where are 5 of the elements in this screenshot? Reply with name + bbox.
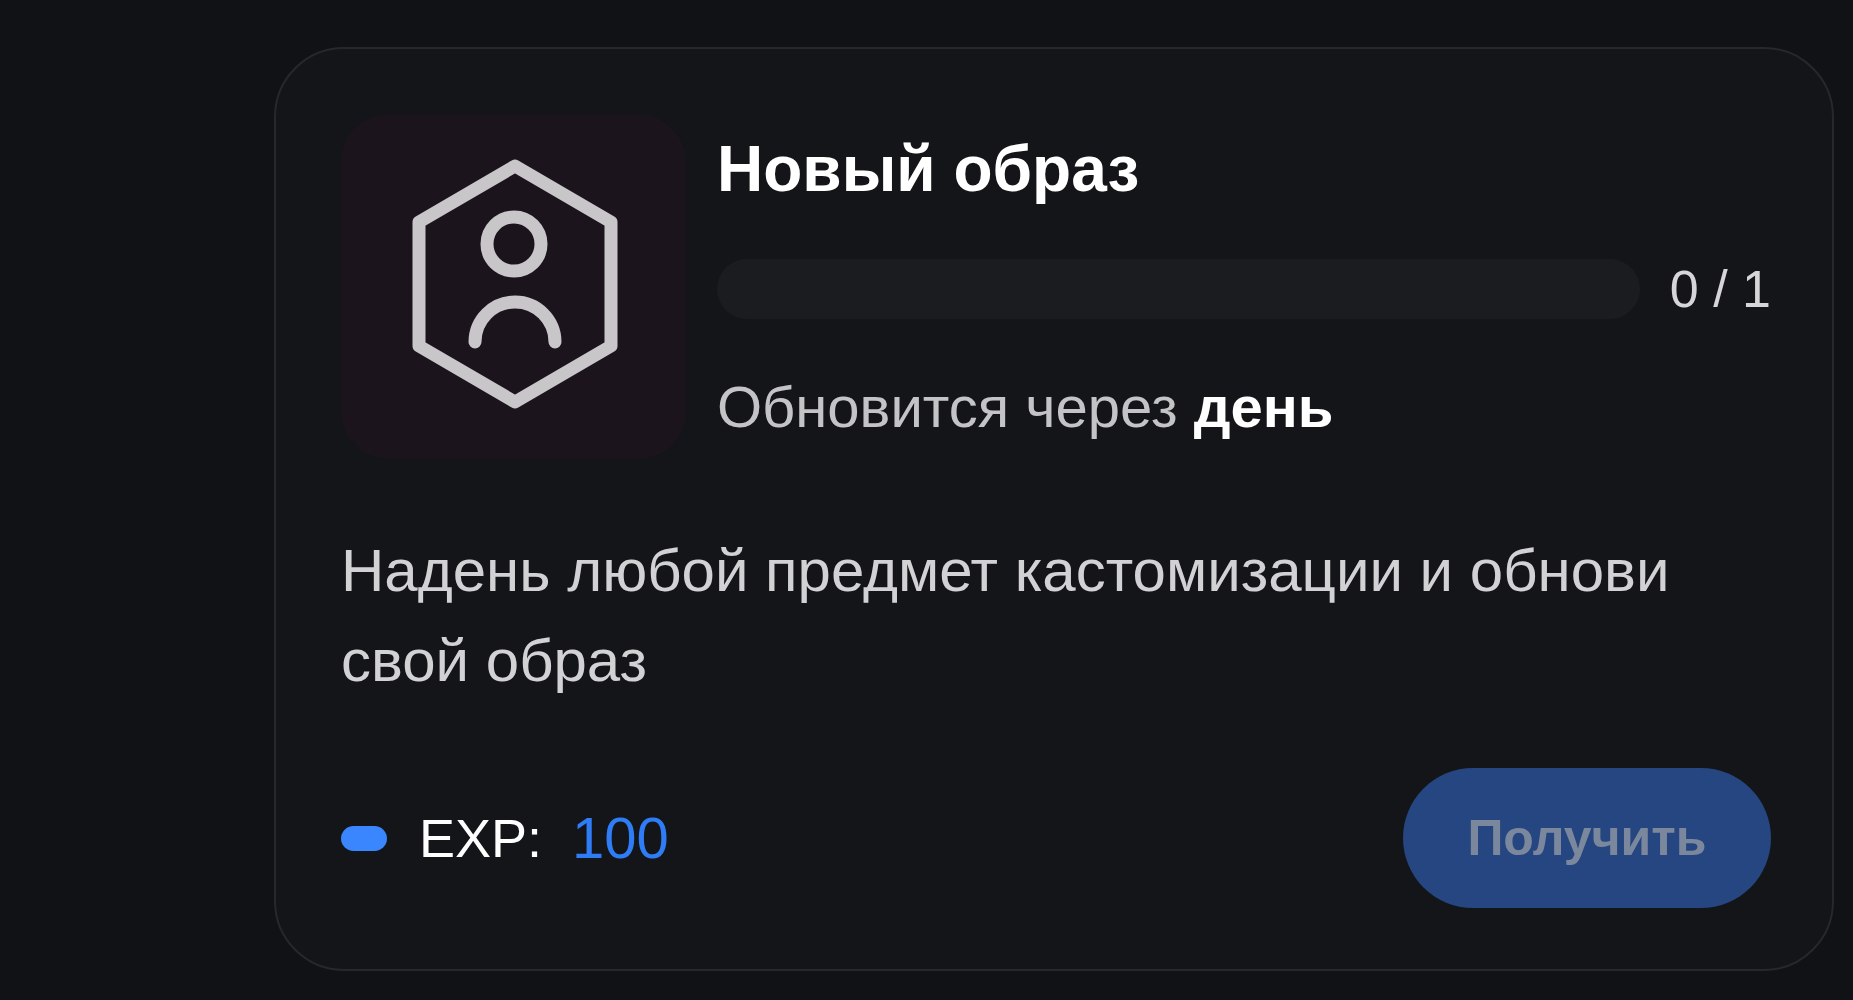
reward-label: EXP: xyxy=(419,811,543,865)
reward-value: 100 xyxy=(572,809,669,867)
quest-description: Надень любой предмет кастомизации и обнови свой образ xyxy=(341,536,1671,696)
progress-count: 0 / 1 xyxy=(1669,263,1771,315)
pill-icon xyxy=(341,825,387,851)
